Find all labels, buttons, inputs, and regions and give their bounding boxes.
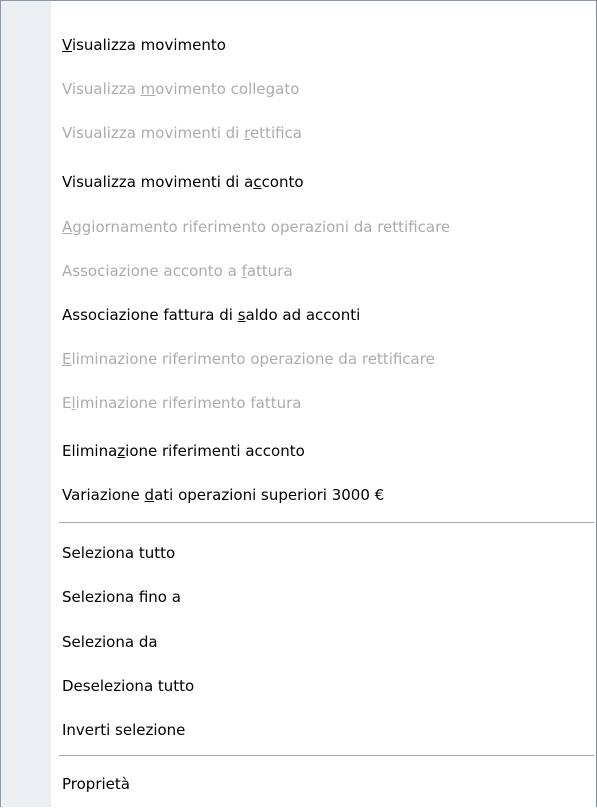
menu-item-label-post: ione riferimenti acconto bbox=[125, 442, 305, 460]
menu-item-label-post: isualizza movimento bbox=[71, 36, 226, 54]
menu-item-eliminazione-riferimento-fattura[interactable]: Eliminazione riferimento fattura bbox=[51, 385, 596, 421]
menu-item-inverti-selezione[interactable]: Inverti selezione bbox=[51, 712, 596, 748]
menu-item-access-key: V bbox=[62, 36, 72, 54]
menu-item-eliminazione-riferimenti-acconto[interactable]: Eliminazione riferimenti acconto bbox=[51, 433, 596, 469]
menu-item-label-pre: Associazione fattura di bbox=[62, 306, 238, 324]
menu-item-access-key: z bbox=[117, 442, 126, 460]
menu-item-access-key: m bbox=[140, 80, 156, 98]
menu-separator bbox=[59, 755, 594, 756]
menu-item-label-post: attura bbox=[246, 262, 293, 280]
menu-item-access-key: d bbox=[144, 486, 155, 504]
menu-item-visualizza-movimenti-acconto[interactable]: Visualizza movimenti di acconto bbox=[51, 164, 596, 200]
menu-item-label-pre: Elimina bbox=[62, 442, 118, 460]
menu-item-proprieta[interactable]: Proprietà bbox=[51, 766, 596, 802]
menu-icon-gutter bbox=[1, 1, 51, 807]
menu-item-label-pre: Deseleziona tutto bbox=[62, 677, 195, 695]
menu-item-label-post: ettifica bbox=[249, 124, 302, 142]
menu-item-access-key: A bbox=[62, 218, 73, 236]
menu-item-eliminazione-riferimento-operazione[interactable]: Eliminazione riferimento operazione da r… bbox=[51, 341, 596, 377]
menu-item-label-pre: Associazione acconto a bbox=[62, 262, 242, 280]
menu-item-label-pre: Variazione bbox=[62, 486, 145, 504]
menu-item-access-key: s bbox=[237, 306, 246, 324]
menu-item-label-pre: Visualizza bbox=[62, 80, 141, 98]
context-menu: Visualizza movimento Visualizza moviment… bbox=[0, 0, 597, 807]
menu-item-visualizza-movimento[interactable]: Visualizza movimento bbox=[51, 27, 596, 63]
menu-item-label-post: ati operazioni superiori 3000 € bbox=[154, 486, 385, 504]
menu-item-seleziona-da[interactable]: Seleziona da bbox=[51, 624, 596, 660]
menu-item-label-post: iminazione riferimento fattura bbox=[75, 394, 302, 412]
menu-item-visualizza-movimento-collegato[interactable]: Visualizza movimento collegato bbox=[51, 71, 596, 107]
menu-item-aggiornamento-riferimento-operazioni[interactable]: Aggiornamento riferimento operazioni da … bbox=[51, 209, 596, 245]
menu-item-label-pre: Seleziona da bbox=[62, 633, 158, 651]
menu-item-label-post: ovimento collegato bbox=[155, 80, 300, 98]
menu-item-associazione-fattura-saldo[interactable]: Associazione fattura di saldo ad acconti bbox=[51, 297, 596, 333]
menu-item-label-pre: Visualizza movimenti di a bbox=[62, 173, 254, 191]
menu-item-label-post: liminazione riferimento operazione da re… bbox=[71, 350, 435, 368]
menu-item-access-key: c bbox=[253, 173, 262, 191]
menu-item-label-post: ggiornamento riferimento operazioni da r… bbox=[72, 218, 451, 236]
menu-item-label-post: aldo ad acconti bbox=[245, 306, 361, 324]
menu-item-label-pre: Visualizza movimenti di bbox=[62, 124, 245, 142]
menu-item-deseleziona-tutto[interactable]: Deseleziona tutto bbox=[51, 668, 596, 704]
menu-separator bbox=[59, 522, 594, 523]
menu-item-associazione-acconto-fattura[interactable]: Associazione acconto a fattura bbox=[51, 253, 596, 289]
menu-item-variazione-dati-operazioni[interactable]: Variazione dati operazioni superiori 300… bbox=[51, 477, 596, 513]
menu-item-seleziona-fino-a[interactable]: Seleziona fino a bbox=[51, 579, 596, 615]
menu-item-label-pre: Proprietà bbox=[62, 775, 130, 793]
menu-item-label-pre: Seleziona tutto bbox=[62, 544, 176, 562]
menu-item-label-pre: Seleziona fino a bbox=[62, 588, 181, 606]
menu-item-label-post: conto bbox=[261, 173, 304, 191]
menu-item-label-pre: Inverti selezione bbox=[62, 721, 186, 739]
menu-item-seleziona-tutto[interactable]: Seleziona tutto bbox=[51, 535, 596, 571]
menu-item-visualizza-movimenti-rettifica[interactable]: Visualizza movimenti di rettifica bbox=[51, 115, 596, 151]
